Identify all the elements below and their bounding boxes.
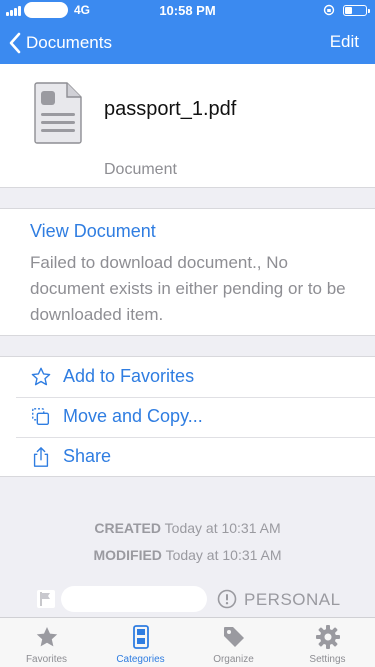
categories-icon	[132, 625, 149, 649]
tab-favorites[interactable]: Favorites	[0, 618, 93, 667]
actions-list: Add to Favorites Move and Copy... Share	[0, 356, 375, 477]
created-label: CREATED	[94, 520, 162, 536]
status-time: 10:58 PM	[159, 3, 216, 18]
document-name: passport_1.pdf	[104, 98, 237, 120]
tab-settings[interactable]: Settings	[281, 618, 374, 667]
tab-categories-label: Categories	[116, 654, 165, 665]
tab-bar: Favorites Categories Organize Settings	[0, 617, 375, 667]
share-icon	[33, 447, 49, 467]
tab-settings-label: Settings	[309, 654, 346, 665]
info-icon[interactable]	[217, 589, 237, 609]
status-bar: 4G 10:58 PM	[0, 0, 375, 20]
add-to-favorites-label: Add to Favorites	[63, 366, 195, 386]
star-icon	[31, 367, 51, 386]
tag-icon	[223, 627, 244, 647]
owner-redaction	[61, 586, 207, 612]
tab-categories[interactable]: Categories	[94, 618, 187, 667]
tag-row: PERSONAL	[0, 584, 375, 614]
chevron-left-icon	[9, 32, 21, 54]
move-and-copy-label: Move and Copy...	[63, 406, 203, 426]
document-header: passport_1.pdf Document	[0, 64, 375, 188]
move-and-copy-button[interactable]: Move and Copy...	[0, 397, 375, 437]
created-value: Today at 10:31 AM	[164, 520, 281, 536]
top-bar: 4G 10:58 PM Documents Edit	[0, 0, 375, 64]
flag-icon	[37, 590, 55, 608]
modified-label: MODIFIED	[93, 547, 162, 563]
modified-row: MODIFIED Today at 10:31 AM	[0, 547, 375, 563]
tab-favorites-label: Favorites	[25, 654, 68, 665]
created-row: CREATED Today at 10:31 AM	[0, 520, 375, 536]
document-type: Document	[104, 161, 177, 178]
download-error-message: Failed to download document., No documen…	[30, 253, 346, 324]
tab-organize-label: Organize	[213, 654, 254, 665]
share-label: Share	[63, 446, 112, 466]
view-document-link[interactable]: View Document	[30, 221, 156, 242]
gear-icon	[315, 625, 340, 649]
share-button[interactable]: Share	[0, 437, 375, 477]
modified-value: Today at 10:31 AM	[165, 547, 282, 563]
orientation-lock-icon	[323, 4, 335, 16]
battery-icon	[343, 5, 370, 16]
category-label: PERSONAL	[244, 590, 341, 609]
back-label: Documents	[26, 33, 112, 52]
view-document-section: View Document Failed to download documen…	[0, 208, 375, 336]
move-copy-icon	[32, 408, 50, 426]
tab-organize[interactable]: Organize	[187, 618, 280, 667]
back-button[interactable]: Documents	[8, 30, 112, 56]
star-icon	[36, 627, 57, 647]
document-icon	[34, 82, 82, 144]
add-to-favorites-button[interactable]: Add to Favorites	[0, 357, 375, 397]
edit-button[interactable]: Edit	[330, 32, 359, 52]
